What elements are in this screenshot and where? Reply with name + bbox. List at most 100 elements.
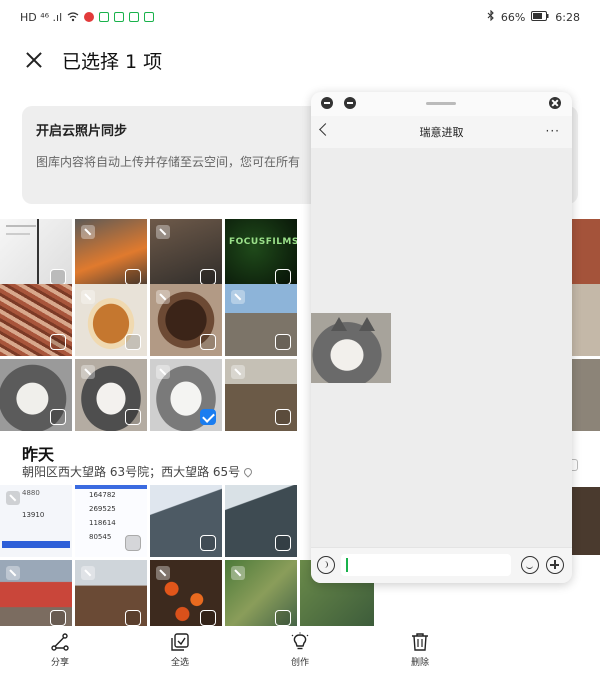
- select-checkbox[interactable]: [125, 535, 141, 551]
- select-checkbox[interactable]: [275, 334, 291, 350]
- photo-thumb[interactable]: 164782 269525 118614 80545: [75, 485, 147, 557]
- expand-icon[interactable]: [81, 225, 95, 239]
- photo-thumb[interactable]: [572, 359, 600, 431]
- photo-thumb[interactable]: [225, 284, 297, 356]
- delete-button[interactable]: 删除: [390, 632, 450, 668]
- chat-header: 瑞意进取 ···: [311, 116, 572, 148]
- select-checkbox[interactable]: [125, 409, 141, 425]
- more-icon[interactable]: ···: [546, 124, 560, 138]
- select-checkbox[interactable]: [50, 610, 66, 626]
- expand-icon[interactable]: [156, 566, 170, 580]
- photo-thumb[interactable]: [572, 284, 600, 356]
- expand-icon[interactable]: [6, 491, 20, 505]
- photo-thumb[interactable]: [225, 560, 297, 632]
- select-checkbox[interactable]: [275, 610, 291, 626]
- select-all-icon: [171, 633, 189, 651]
- photo-thumb[interactable]: [150, 219, 222, 291]
- select-checkbox[interactable]: [200, 334, 216, 350]
- expand-icon[interactable]: [81, 365, 95, 379]
- select-checkbox[interactable]: [50, 409, 66, 425]
- share-button[interactable]: 分享: [30, 632, 90, 668]
- create-button[interactable]: 创作: [270, 632, 330, 668]
- photo-thumb[interactable]: [150, 359, 222, 431]
- close-icon[interactable]: [22, 48, 46, 72]
- add-icon[interactable]: [546, 556, 564, 574]
- app-icon: [114, 12, 125, 22]
- thumb-caption: FOCUSFILMS: [229, 237, 297, 247]
- photo-thumb[interactable]: [572, 219, 600, 291]
- photo-thumb[interactable]: [0, 359, 72, 431]
- select-checkbox[interactable]: [200, 269, 216, 285]
- photo-thumb[interactable]: [225, 485, 297, 557]
- photo-thumb[interactable]: [75, 560, 147, 632]
- thumb-text: 13910: [22, 511, 45, 519]
- create-label: 创作: [290, 658, 309, 668]
- photo-thumb[interactable]: 4880 13910: [0, 485, 72, 557]
- select-checkbox[interactable]: [50, 269, 66, 285]
- thumb-text: 80545: [89, 533, 112, 541]
- share-icon: [51, 633, 69, 651]
- photo-thumb[interactable]: [75, 284, 147, 356]
- delete-label: 删除: [410, 658, 429, 668]
- select-all-button[interactable]: 全选: [150, 632, 210, 668]
- status-left: HD ⁴⁶ .ıl: [20, 11, 155, 24]
- photo-thumb[interactable]: [572, 487, 600, 555]
- status-bar: HD ⁴⁶ .ıl 66% 6:28: [0, 0, 600, 34]
- photo-thumb[interactable]: [75, 219, 147, 291]
- photo-thumb[interactable]: [0, 284, 72, 356]
- trash-icon: [412, 633, 428, 651]
- expand-icon[interactable]: [231, 290, 245, 304]
- drag-handle[interactable]: [426, 102, 456, 105]
- expand-icon[interactable]: [156, 225, 170, 239]
- app-icon: [99, 12, 110, 22]
- photo-thumb[interactable]: [0, 219, 72, 291]
- thumb-text: 164782: [89, 491, 116, 499]
- select-checkbox[interactable]: [50, 334, 66, 350]
- photo-thumb[interactable]: FOCUSFILMS: [225, 219, 297, 291]
- select-checkbox-checked[interactable]: [200, 409, 216, 425]
- chat-title: 瑞意进取: [419, 126, 464, 139]
- photo-thumb[interactable]: [150, 485, 222, 557]
- app-icon: [129, 12, 140, 22]
- photo-thumb[interactable]: [225, 359, 297, 431]
- photo-thumb[interactable]: [0, 560, 72, 632]
- page-title: 已选择 1 项: [62, 50, 163, 73]
- expand-icon[interactable]: [81, 566, 95, 580]
- bluetooth-icon: [487, 9, 495, 24]
- expand-icon[interactable]: [6, 566, 20, 580]
- expand-icon[interactable]: [81, 290, 95, 304]
- chat-input-bar: [311, 547, 572, 583]
- expand-icon[interactable]: [156, 290, 170, 304]
- voice-icon[interactable]: [317, 556, 335, 574]
- message-input[interactable]: [341, 554, 511, 576]
- location-label: 朝阳区西大望路 63号院；西大望路 65号: [22, 463, 254, 480]
- select-all-label: 全选: [170, 658, 189, 668]
- thumb-text: 269525: [89, 505, 116, 513]
- photo-thumb[interactable]: [150, 284, 222, 356]
- close-icon[interactable]: [549, 97, 561, 109]
- fullscreen-icon[interactable]: [321, 97, 333, 109]
- photo-thumb[interactable]: [75, 359, 147, 431]
- select-checkbox[interactable]: [275, 269, 291, 285]
- expand-icon[interactable]: [231, 365, 245, 379]
- expand-icon[interactable]: [156, 365, 170, 379]
- wifi-icon: [67, 12, 79, 22]
- select-checkbox[interactable]: [125, 269, 141, 285]
- select-checkbox[interactable]: [275, 409, 291, 425]
- emoji-icon[interactable]: [521, 556, 539, 574]
- select-checkbox[interactable]: [275, 535, 291, 551]
- select-checkbox[interactable]: [125, 610, 141, 626]
- dragged-photo[interactable]: [311, 313, 391, 383]
- text-caret: [346, 558, 348, 572]
- selection-header: 已选择 1 项: [0, 40, 600, 80]
- lightbulb-icon: [291, 632, 309, 650]
- battery-level: 66%: [500, 10, 526, 24]
- back-icon[interactable]: [319, 123, 332, 136]
- select-checkbox[interactable]: [200, 610, 216, 626]
- photo-thumb[interactable]: [150, 560, 222, 632]
- select-checkbox[interactable]: [125, 334, 141, 350]
- thumb-text: 118614: [89, 519, 116, 527]
- minimize-icon[interactable]: [344, 97, 356, 109]
- select-checkbox[interactable]: [200, 535, 216, 551]
- expand-icon[interactable]: [231, 566, 245, 580]
